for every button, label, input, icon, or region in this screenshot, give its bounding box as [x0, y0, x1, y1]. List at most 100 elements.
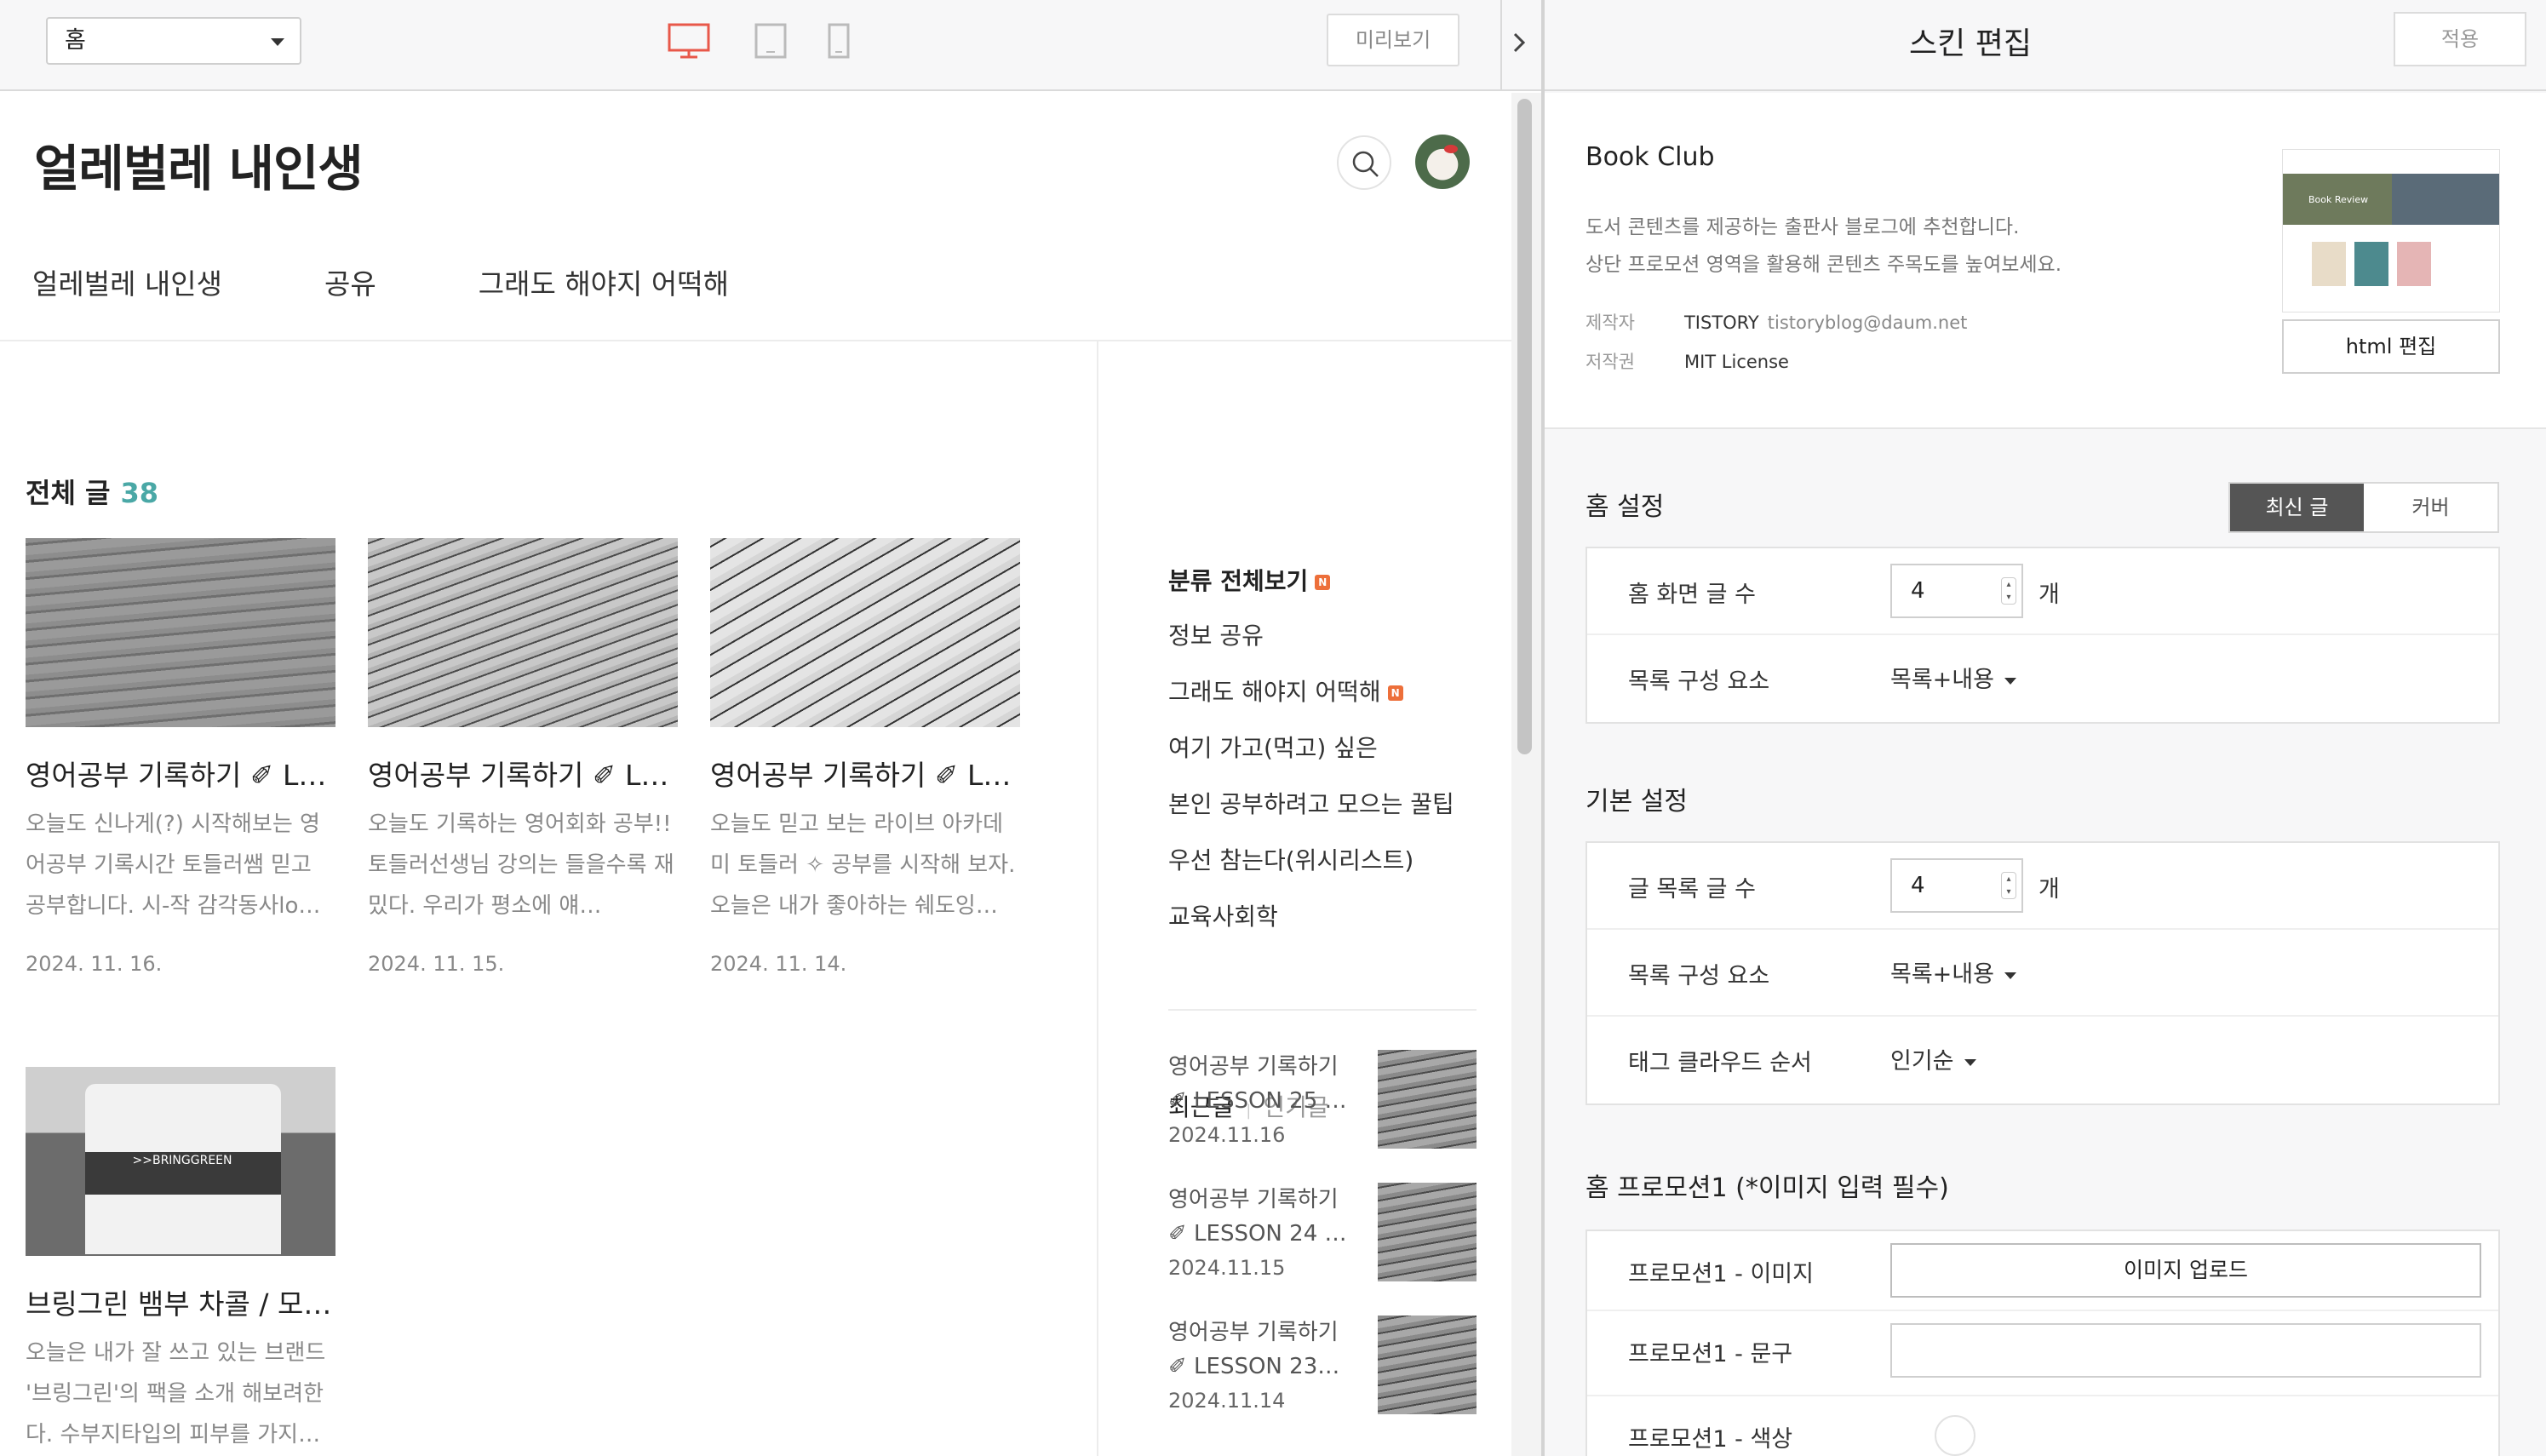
category-item[interactable]: 교육사회학: [1168, 898, 1454, 954]
recent-post[interactable]: 영어공부 기록하기 ✐ LESSON 24 … 2024.11.15: [1168, 1183, 1477, 1285]
recent-post[interactable]: 영어공부 기록하기 ✐ LESSON 25 … 2024.11.16: [1168, 1050, 1477, 1152]
thumbnail-card: [2397, 242, 2431, 286]
recent-post-thumbnail[interactable]: [1378, 1316, 1477, 1414]
category-item[interactable]: 그래도 해야지 어떡해 N: [1168, 674, 1454, 730]
maker-value: TISTORY: [1683, 312, 1759, 333]
tag-cloud-label: 태그 클라우드 순서: [1628, 1050, 1812, 1076]
preview-area: 홈 미리보기 얼레벌레 내인생 얼레벌레 내인생 공유 그래도 해야지 어떡해 …: [0, 0, 1541, 1456]
post-list-count-input[interactable]: 4 ▴ ▾: [1890, 858, 2023, 913]
chevron-down-icon: [271, 38, 284, 46]
recent-post[interactable]: 영어공부 기록하기 ✐ LESSON 23… 2024.11.14: [1168, 1316, 1477, 1418]
list-component-dropdown[interactable]: 목록+내용: [1890, 955, 2016, 989]
list-component-dropdown[interactable]: 목록+내용: [1890, 661, 2016, 694]
nav-item-share[interactable]: 공유: [324, 261, 376, 302]
post-card[interactable]: >>BRINGGREEN 브링그린 뱀부 차콜 / 모공팩 오늘은 내가 잘 쓰…: [26, 1067, 335, 1455]
page-select[interactable]: 홈: [46, 17, 301, 65]
maker-email: tistoryblog@daum.net: [1767, 312, 1968, 333]
setting-row: 홈 화면 글 수 4 ▴ ▾ 개: [1587, 548, 2498, 635]
post-thumbnail[interactable]: [710, 538, 1020, 727]
list-component-label: 목록 구성 요소: [1628, 668, 1770, 695]
license-value: MIT License: [1683, 352, 1789, 372]
home-count-label: 홈 화면 글 수: [1628, 582, 1756, 608]
post-excerpt: 오늘도 기록하는 영어회화 공부!! 토들러선생님 강의는 들을수록 재밌다. …: [368, 811, 674, 919]
new-badge: N: [1315, 575, 1331, 590]
toggle-cover[interactable]: 커버: [2364, 484, 2497, 531]
post-title[interactable]: 영어공부 기록하기 ✐ LESSON 24: [368, 753, 678, 794]
post-card[interactable]: 영어공부 기록하기 ✐ LESSON 23 오늘도 믿고 보는 라이브 아카데미…: [710, 538, 1020, 976]
home-settings-title: 홈 설정: [1586, 492, 1665, 522]
promo-title: 홈 프로모션1 (*이미지 입력 필수): [1586, 1173, 1949, 1203]
promo-image-label: 프로모션1 - 이미지: [1628, 1261, 1814, 1287]
blog-title[interactable]: 얼레벌레 내인생: [34, 129, 364, 200]
all-posts-heading: 전체 글 38: [26, 472, 158, 511]
sidebar-divider: [1097, 341, 1098, 1456]
list-component-value: 목록+내용: [1890, 961, 1994, 988]
recent-post-title[interactable]: 영어공부 기록하기 ✐ LESSON 25 …: [1168, 1050, 1356, 1118]
post-thumbnail[interactable]: [26, 538, 335, 727]
home-mode-toggle: 최신 글 커버: [2228, 482, 2499, 533]
stepper-icon[interactable]: ▴ ▾: [2001, 577, 2016, 605]
recent-post-title[interactable]: 영어공부 기록하기 ✐ LESSON 23…: [1168, 1316, 1356, 1384]
recent-post-title[interactable]: 영어공부 기록하기 ✐ LESSON 24 …: [1168, 1183, 1356, 1251]
list-component-label: 목록 구성 요소: [1628, 963, 1770, 989]
skin-description: 도서 콘텐츠를 제공하는 출판사 블로그에 추천합니다. 상단 프로모션 영역을…: [1586, 209, 2250, 284]
setting-row: 프로모션1 - 이미지 이미지 업로드: [1587, 1231, 2498, 1311]
post-card[interactable]: 영어공부 기록하기 ✐ LESSON 25 오늘도 신나게(?) 시작해보는 영…: [26, 538, 335, 976]
post-date: 2024. 11. 16.: [26, 952, 163, 976]
post-thumbnail[interactable]: [368, 538, 678, 727]
post-title[interactable]: 브링그린 뱀부 차콜 / 모공팩: [26, 1281, 335, 1322]
chevron-down-icon: [2004, 677, 2016, 685]
tag-cloud-dropdown[interactable]: 인기순: [1890, 1042, 1976, 1075]
toggle-latest[interactable]: 최신 글: [2230, 484, 2364, 531]
promo-text-input[interactable]: [1890, 1323, 2481, 1378]
category-all-link[interactable]: 분류 전체보기 N: [1168, 563, 1331, 597]
desktop-icon[interactable]: [668, 23, 710, 59]
post-card[interactable]: 영어공부 기록하기 ✐ LESSON 24 오늘도 기록하는 영어회화 공부!!…: [368, 538, 678, 976]
post-list-count-value: 4: [1911, 873, 1925, 898]
nav-item-home[interactable]: 얼레벌레 내인생: [32, 261, 222, 302]
recent-post-thumbnail[interactable]: [1378, 1183, 1477, 1281]
category-item[interactable]: 본인 공부하려고 모으는 꿀팁: [1168, 786, 1454, 842]
post-thumbnail[interactable]: >>BRINGGREEN: [26, 1067, 335, 1256]
post-list-count-label: 글 목록 글 수: [1628, 876, 1756, 903]
nav-item-must-do[interactable]: 그래도 해야지 어떡해: [479, 261, 729, 302]
color-swatch[interactable]: [1935, 1415, 1975, 1456]
product-brand: >>BRINGGREEN: [132, 1154, 232, 1167]
nav-divider: [0, 340, 1511, 341]
skin-license: 저작권 MIT License: [1586, 348, 1789, 374]
category-item[interactable]: 여기 가고(먹고) 싶은: [1168, 730, 1454, 786]
skin-name: Book Club: [1586, 142, 1715, 172]
chevron-right-icon[interactable]: [1502, 26, 1536, 60]
new-badge: N: [1387, 685, 1403, 701]
preview-button[interactable]: 미리보기: [1327, 14, 1459, 66]
category-item[interactable]: 정보 공유: [1168, 617, 1454, 674]
category-item[interactable]: 우선 참는다(위시리스트): [1168, 842, 1454, 898]
recent-post-thumbnail[interactable]: [1378, 1050, 1477, 1149]
post-excerpt: 오늘은 내가 잘 쓰고 있는 브랜드 '브링그린'의 팩을 소개 해보려한다. …: [26, 1340, 326, 1447]
setting-row: 프로모션1 - 색상: [1587, 1396, 2498, 1456]
skin-description-line: 상단 프로모션 영역을 활용해 콘텐츠 주목도를 높여보세요.: [1586, 254, 2062, 276]
setting-row: 목록 구성 요소 목록+내용: [1587, 635, 2498, 722]
category-item-label: 그래도 해야지 어떡해: [1168, 678, 1381, 706]
search-button[interactable]: [1337, 135, 1391, 190]
home-count-input[interactable]: 4 ▴ ▾: [1890, 564, 2023, 618]
avatar-icon[interactable]: [1415, 135, 1470, 189]
license-label: 저작권: [1586, 352, 1635, 372]
preview-scrollbar-thumb[interactable]: [1517, 99, 1532, 754]
post-title[interactable]: 영어공부 기록하기 ✐ LESSON 25: [26, 753, 335, 794]
post-date: 2024. 11. 15.: [368, 952, 505, 976]
list-component-value: 목록+내용: [1890, 667, 1994, 693]
post-title[interactable]: 영어공부 기록하기 ✐ LESSON 23: [710, 753, 1020, 794]
unit-label: 개: [2039, 582, 2060, 608]
promo-panel: 프로모션1 - 이미지 이미지 업로드 프로모션1 - 문구 프로모션1 - 색…: [1586, 1230, 2500, 1456]
blog-preview: 얼레벌레 내인생 얼레벌레 내인생 공유 그래도 해야지 어떡해 전체 글 38 …: [0, 93, 1511, 1456]
chevron-down-icon: [1964, 1058, 1976, 1066]
page-select-value: 홈: [65, 27, 86, 54]
stepper-icon[interactable]: ▴ ▾: [2001, 872, 2016, 899]
chevron-down-icon: [2004, 972, 2016, 979]
mobile-icon[interactable]: [828, 23, 850, 59]
html-edit-button[interactable]: html 편집: [2282, 319, 2500, 374]
image-upload-button[interactable]: 이미지 업로드: [1890, 1243, 2481, 1298]
tablet-icon[interactable]: [754, 23, 787, 59]
apply-button[interactable]: 적용: [2394, 12, 2526, 66]
